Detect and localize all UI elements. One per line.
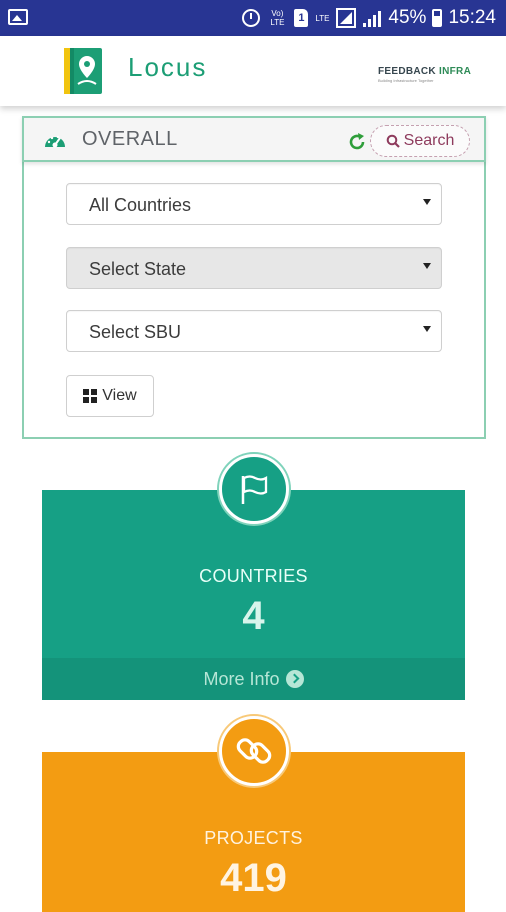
grid-icon	[83, 389, 98, 403]
state-select[interactable]: Select State	[66, 247, 442, 289]
countries-more-info-link[interactable]: More Info	[42, 658, 465, 700]
volte-icon: Vo) LTE	[270, 9, 285, 27]
flag-icon	[241, 475, 268, 504]
projects-label: PROJECTS	[204, 828, 303, 848]
projects-badge	[219, 716, 289, 786]
dashboard-gauge-icon	[45, 135, 65, 148]
country-select[interactable]: All Countries	[66, 183, 442, 225]
sbu-select-value: Select SBU	[89, 322, 182, 342]
app-header: Locus FEEDBACK INFRA Building Infrastruc…	[0, 36, 506, 106]
dropdown-caret-icon	[423, 326, 431, 332]
partner-logo: FEEDBACK INFRA Building Infrastructure T…	[378, 66, 474, 83]
battery-icon	[432, 9, 443, 27]
projects-value: 419	[220, 856, 287, 900]
partner-name-b: INFRA	[435, 66, 472, 77]
state-select-value: Select State	[89, 259, 187, 279]
status-bar: Vo) LTE 1 LTE 45% 15:24	[0, 0, 506, 36]
view-button[interactable]: View	[66, 375, 154, 417]
countries-badge	[219, 454, 289, 524]
chevron-circle-right-icon	[285, 670, 304, 688]
refresh-icon[interactable]	[347, 132, 367, 152]
lte-icon: LTE	[315, 13, 330, 23]
country-select-value: All Countries	[89, 195, 192, 215]
view-label: View	[102, 387, 137, 404]
link-icon	[236, 738, 272, 764]
sbu-select[interactable]: Select SBU	[66, 310, 442, 352]
more-info-label: More Info	[203, 668, 280, 689]
partner-name: FEEDBACK INFRA	[378, 66, 474, 77]
signal-icon	[362, 9, 382, 27]
status-icons: Vo) LTE 1 LTE 45% 15:24	[242, 0, 496, 36]
app-title: Locus	[128, 52, 208, 82]
partner-tagline: Building Infrastructure Together	[378, 78, 434, 83]
partner-name-a: FEEDBACK	[378, 66, 436, 77]
search-label: Search	[403, 132, 455, 149]
alarm-icon	[242, 9, 261, 27]
dropdown-caret-icon	[423, 263, 431, 269]
clock: 15:24	[448, 7, 496, 28]
countries-label: COUNTRIES	[199, 566, 308, 586]
countries-value: 4	[242, 594, 265, 638]
sim-icon: 1	[294, 9, 309, 27]
search-icon	[386, 134, 400, 148]
search-button[interactable]: Search	[370, 125, 470, 157]
gallery-notification-icon	[8, 9, 28, 25]
signal-box-icon	[336, 8, 357, 28]
locus-logo-icon	[64, 48, 102, 94]
dropdown-caret-icon	[423, 199, 431, 205]
overall-panel-header: OVERALL Search	[22, 116, 486, 162]
panel-title: OVERALL	[82, 128, 178, 150]
battery-percent: 45%	[388, 7, 427, 28]
